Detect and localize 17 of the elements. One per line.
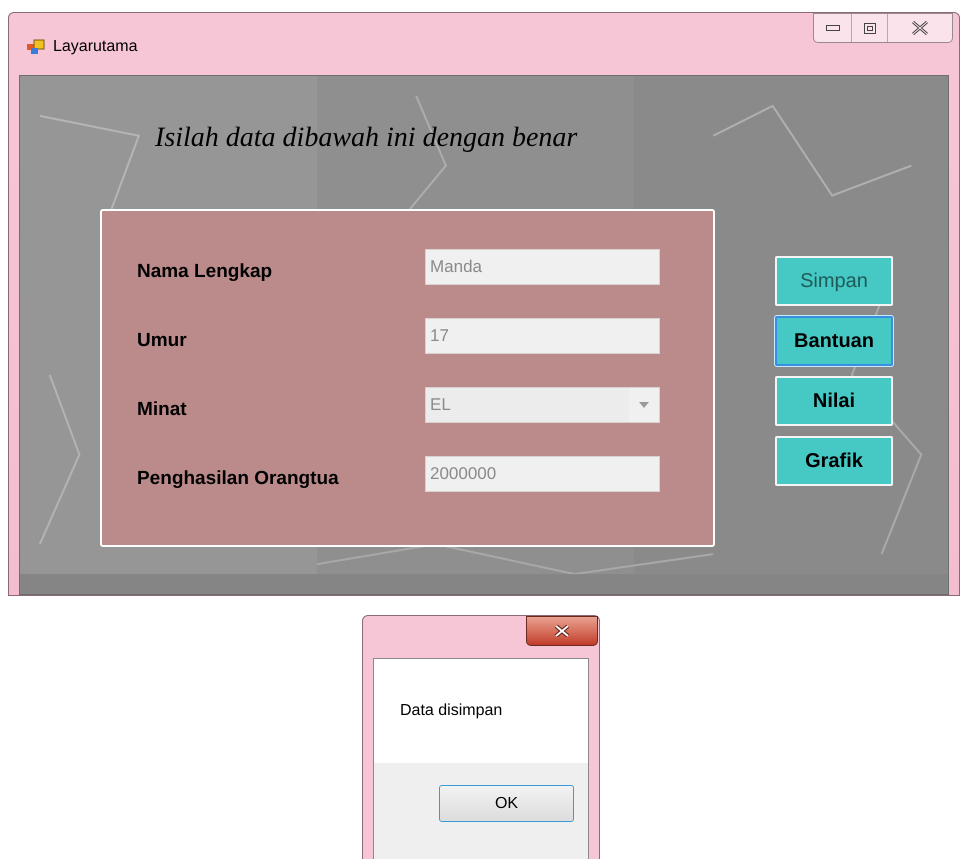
close-icon xyxy=(554,625,570,637)
action-button[interactable]: Nilai xyxy=(775,376,893,426)
dropdown-arrow-icon xyxy=(639,402,649,408)
action-button[interactable]: Grafik xyxy=(775,436,893,486)
message-text: Data disimpan xyxy=(400,701,502,721)
heading: Isilah data dibawah ini dengan benar xyxy=(155,121,578,155)
field-label: Nama Lengkap xyxy=(137,260,274,284)
action-button[interactable]: Simpan xyxy=(775,256,893,306)
field-label: Penghasilan Orangtua xyxy=(137,466,340,491)
close-icon xyxy=(911,21,929,35)
field-label: Umur xyxy=(137,328,188,353)
action-button[interactable]: Bantuan xyxy=(775,316,893,366)
field-label: Minat xyxy=(137,398,188,422)
ok-button[interactable]: OK xyxy=(439,785,574,822)
app-icon xyxy=(27,39,45,55)
window-title: Layarutama xyxy=(53,37,138,57)
close-button[interactable] xyxy=(526,616,598,646)
